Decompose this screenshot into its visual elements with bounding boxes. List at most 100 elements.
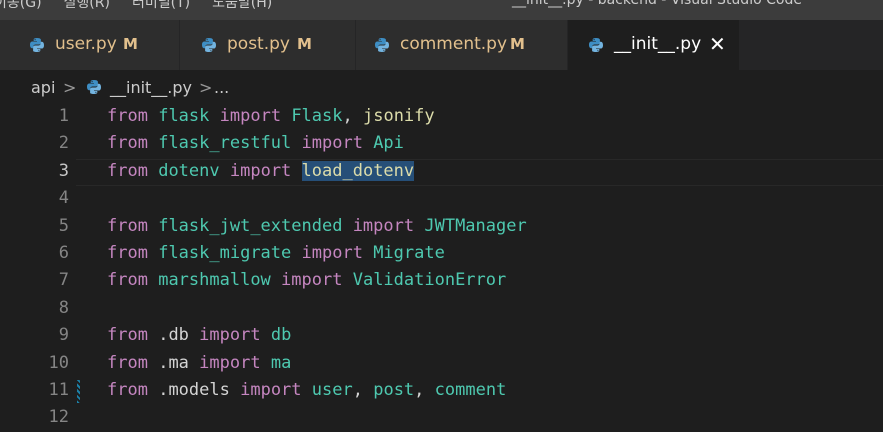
code-line[interactable]: 11 from .models import user, post, commen… [0, 378, 883, 405]
code-token: from [107, 380, 148, 400]
line-number: 10 [48, 352, 69, 373]
code-text: from .models import user, post, comment [107, 380, 506, 400]
code-token: import [281, 270, 343, 291]
code-line[interactable]: 2 from flask_restful import Api [0, 131, 883, 158]
code-line[interactable]: 7 from marshmallow import ValidationError [0, 268, 883, 295]
breadcrumb-folder[interactable]: api [31, 78, 55, 97]
tab-label: __init__.py [614, 34, 702, 54]
window-title: __init__.py - backend - Visual Studio Co… [512, 0, 802, 8]
code-line[interactable]: 3 from dotenv import load_dotenv [0, 158, 883, 186]
tab-bar: user.py M post.py M comment.py M __init_… [0, 20, 883, 70]
code-line[interactable]: 5 from flask_jwt_extended import JWTManag… [0, 214, 883, 241]
tab-label: comment.py [400, 34, 508, 54]
menu-run[interactable]: 실행(R) [64, 0, 110, 11]
line-number: 6 [58, 243, 69, 263]
code-token: import [199, 352, 261, 373]
python-file-icon [87, 80, 101, 94]
tab-label: post.py [227, 34, 290, 54]
code-line[interactable]: 10 from .ma import ma [0, 351, 883, 378]
breadcrumb-symbols[interactable]: ... [214, 78, 229, 97]
code-token: flask_jwt_extended [158, 215, 343, 236]
tab-label: user.py [55, 34, 117, 54]
tab-init-py[interactable]: __init__.py ✕ [568, 20, 740, 70]
tab-post-py[interactable]: post.py M [180, 20, 356, 70]
code-token: .db [158, 325, 189, 346]
line-number: 12 [48, 407, 69, 428]
code-text: from dotenv import load_dotenv [107, 160, 415, 181]
code-token: , [352, 380, 374, 400]
line-number: 4 [58, 188, 69, 209]
code-token: from [107, 325, 148, 346]
code-token: import [199, 325, 261, 346]
code-line[interactable]: 8 [0, 296, 883, 323]
code-token: load_dotenv [301, 160, 415, 181]
code-token: import [352, 215, 415, 236]
code-text: from .db import db [107, 325, 291, 345]
line-number: 11 [48, 380, 69, 400]
tab-comment-py[interactable]: comment.py M [356, 20, 568, 70]
code-line[interactable]: 4 [0, 186, 883, 213]
menu-help[interactable]: 도움말(H) [212, 0, 272, 11]
code-token: , [342, 106, 363, 126]
code-token: from [107, 160, 148, 181]
tab-user-py[interactable]: user.py M [0, 20, 180, 70]
code-text: from flask import Flask, jsonify [107, 106, 435, 126]
code-token: import [301, 243, 363, 263]
code-token: flask_migrate [158, 243, 292, 263]
menu-go[interactable]: 이동(G) [0, 0, 42, 11]
python-file-icon [202, 38, 216, 52]
code-token: flask_restful [158, 133, 292, 154]
code-editor[interactable]: 1 from flask import Flask, jsonify 2 from f… [0, 104, 883, 427]
modified-badge: M [123, 35, 138, 53]
line-number: 5 [58, 215, 69, 236]
code-text: from flask_migrate import Migrate [107, 243, 445, 263]
line-number: 2 [58, 133, 69, 154]
code-line[interactable]: 1 from flask import Flask, jsonify [0, 104, 883, 131]
code-token: from [107, 352, 148, 373]
code-token: from [107, 133, 148, 154]
code-token: db [270, 325, 292, 346]
code-token: import [240, 380, 302, 400]
line-number: 9 [58, 325, 69, 346]
modified-badge: M [297, 35, 312, 53]
git-modified-marker[interactable] [77, 380, 80, 403]
code-token: ValidationError [352, 270, 507, 291]
code-token: import [301, 133, 363, 154]
code-token: dotenv [158, 160, 220, 181]
code-token: import [229, 160, 292, 181]
modified-badge: M [510, 35, 525, 53]
python-file-icon [589, 38, 603, 52]
menu-terminal[interactable]: 터미널(T) [132, 0, 190, 11]
code-token: jsonify [362, 106, 435, 126]
code-text: from .ma import ma [107, 353, 291, 373]
code-line[interactable]: 9 from .db import db [0, 323, 883, 350]
title-bar: 이동(G) 실행(R) 터미널(T) 도움말(H) __init__.py - bac… [0, 0, 883, 20]
code-token: flask [158, 106, 210, 126]
code-token: from [107, 270, 148, 291]
python-file-icon [30, 38, 44, 52]
close-icon[interactable]: ✕ [709, 32, 726, 56]
code-token: post [373, 380, 415, 400]
breadcrumb-file[interactable]: __init__.py [110, 78, 192, 97]
code-text: from flask_restful import Api [107, 133, 404, 153]
code-token: comment [434, 380, 507, 400]
code-line[interactable]: 6 from flask_migrate import Migrate [0, 241, 883, 268]
